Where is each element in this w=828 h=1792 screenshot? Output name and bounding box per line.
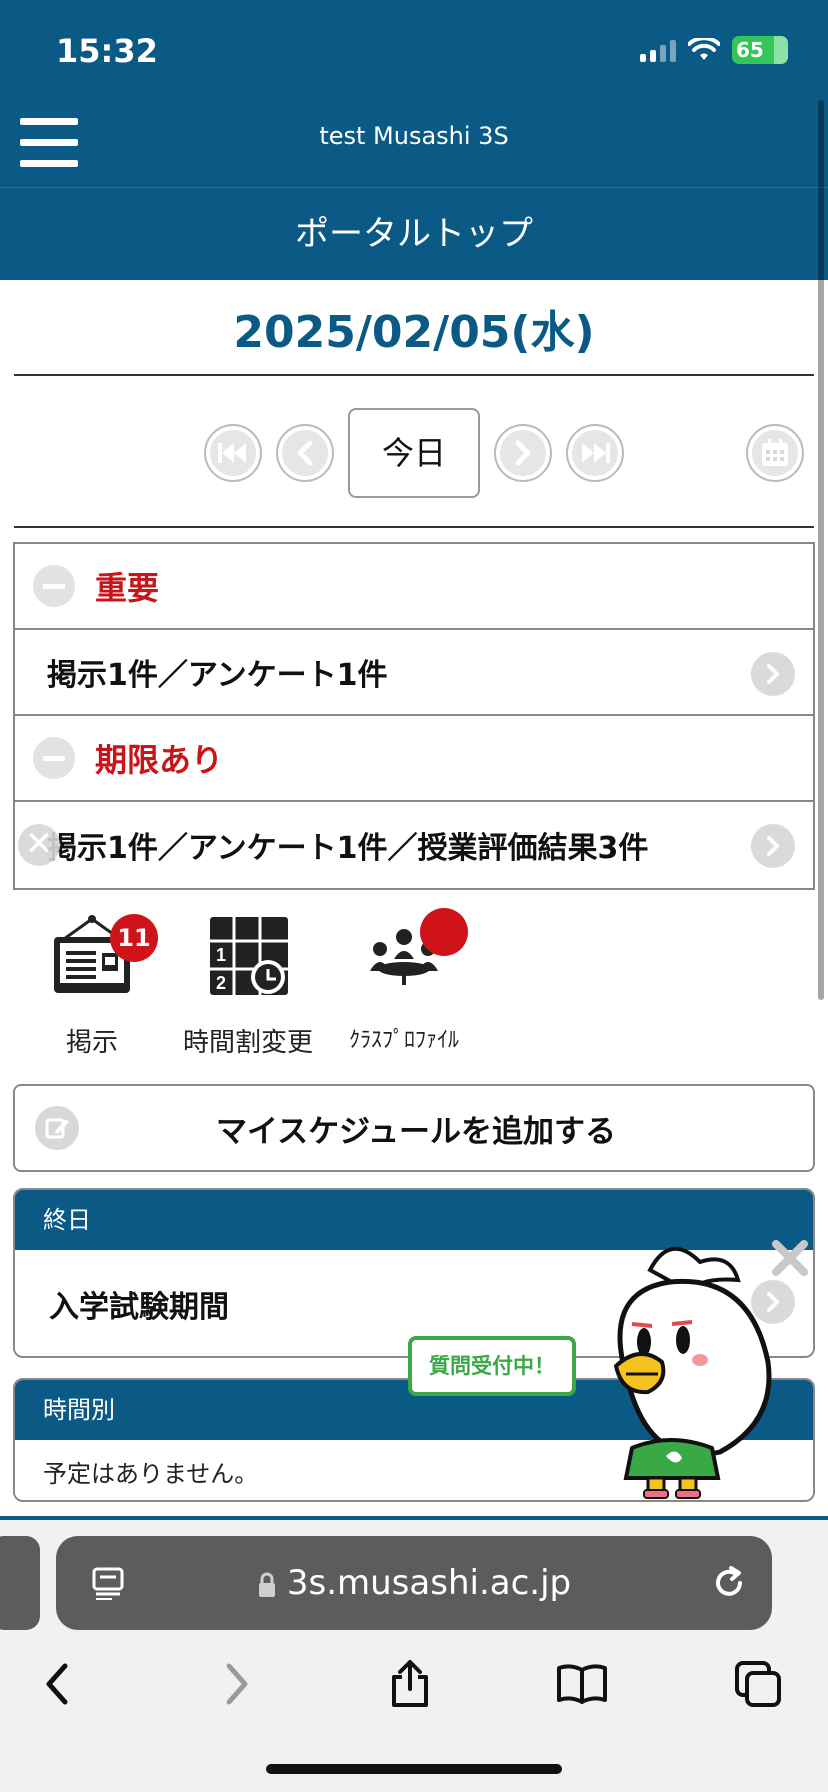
back-button[interactable] bbox=[28, 1654, 88, 1714]
add-schedule-button[interactable]: マイスケジュールを追加する bbox=[13, 1084, 815, 1172]
deadline-item-text: 掲示1件／アンケート1件／授業評価結果3件 bbox=[47, 831, 649, 866]
browser-toolbar: 3s.musashi.ac.jp bbox=[0, 1520, 828, 1792]
skip-forward-icon bbox=[582, 443, 610, 463]
skip-back-icon bbox=[218, 443, 246, 463]
chevron-right-icon bbox=[226, 1663, 248, 1705]
deadline-heading: 期限あり bbox=[95, 741, 224, 779]
important-header[interactable]: 重要 bbox=[15, 544, 813, 630]
add-schedule-label: マイスケジュールを追加する bbox=[216, 1113, 616, 1150]
app-title: test Musashi 3S bbox=[319, 122, 509, 150]
divider bbox=[14, 526, 814, 528]
status-indicators: 65 bbox=[640, 36, 788, 64]
url-text: 3s.musashi.ac.jp bbox=[56, 1536, 772, 1630]
tabs-icon bbox=[735, 1661, 781, 1707]
chevron-left-icon bbox=[297, 440, 313, 466]
divider bbox=[14, 374, 814, 376]
previous-button[interactable] bbox=[276, 424, 334, 482]
chevron-right-icon bbox=[751, 824, 795, 868]
allday-item-text: 入学試験期間 bbox=[49, 1290, 229, 1325]
svg-text:1: 1 bbox=[216, 945, 226, 965]
tabs-button[interactable] bbox=[728, 1654, 788, 1714]
first-page-button[interactable] bbox=[204, 424, 262, 482]
wifi-icon bbox=[688, 38, 720, 62]
status-time: 15:32 bbox=[56, 32, 158, 70]
edit-icon bbox=[35, 1106, 79, 1150]
book-icon bbox=[557, 1664, 607, 1704]
important-item-text: 掲示1件／アンケート1件 bbox=[47, 658, 388, 693]
last-page-button[interactable] bbox=[566, 424, 624, 482]
important-item[interactable]: 掲示1件／アンケート1件 bbox=[15, 630, 813, 716]
quick-link-label: 時間割変更 bbox=[182, 1028, 313, 1058]
dismiss-icon[interactable]: ✕ bbox=[18, 824, 60, 866]
bookmarks-button[interactable] bbox=[552, 1654, 612, 1714]
bulletin-link[interactable]: 11 掲示 bbox=[12, 910, 172, 1059]
home-indicator bbox=[266, 1764, 562, 1774]
quick-link-label: ｸﾗｽﾌﾟﾛﾌｧｲﾙ bbox=[348, 1028, 459, 1053]
svg-text:2: 2 bbox=[216, 973, 226, 993]
deadline-item[interactable]: 掲示1件／アンケート1件／授業評価結果3件 bbox=[15, 802, 813, 888]
lock-icon bbox=[258, 1572, 275, 1597]
previous-tab-preview[interactable] bbox=[0, 1536, 40, 1630]
share-icon bbox=[392, 1660, 428, 1707]
important-heading: 重要 bbox=[95, 569, 160, 607]
url-label: 3s.musashi.ac.jp bbox=[286, 1563, 572, 1603]
chevron-right-icon bbox=[515, 440, 531, 466]
class-profile-link[interactable]: ｸﾗｽﾌﾟﾛﾌｧｲﾙ bbox=[324, 908, 484, 1054]
page-title: ポータルトップ bbox=[295, 214, 533, 254]
notices-panel: 重要 掲示1件／アンケート1件 期限あり 掲示1件／アンケート1件／授業評価結果… bbox=[13, 542, 815, 890]
next-button[interactable] bbox=[494, 424, 552, 482]
address-bar[interactable]: 3s.musashi.ac.jp bbox=[56, 1536, 772, 1630]
battery-icon: 65 bbox=[732, 36, 788, 64]
empty-schedule-text: 予定はありません。 bbox=[43, 1460, 259, 1488]
calendar-button[interactable] bbox=[746, 424, 804, 482]
mascot-speech-bubble[interactable]: 質問受付中！ bbox=[408, 1336, 576, 1396]
status-bar: 15:32 65 bbox=[0, 0, 828, 100]
chevron-left-icon bbox=[46, 1663, 68, 1705]
collapse-icon bbox=[33, 565, 75, 607]
calendar-icon bbox=[762, 439, 788, 466]
notification-badge: 11 bbox=[110, 914, 158, 962]
close-icon[interactable] bbox=[768, 1236, 812, 1280]
bulletin-board-icon: 11 bbox=[12, 910, 172, 1000]
notification-badge bbox=[420, 908, 468, 956]
chevron-right-icon bbox=[751, 652, 795, 696]
reload-icon[interactable] bbox=[710, 1564, 748, 1606]
today-button[interactable]: 今日 bbox=[348, 408, 480, 498]
quick-link-label: 掲示 bbox=[65, 1028, 118, 1058]
forward-button[interactable] bbox=[206, 1654, 266, 1714]
timetable-change-link[interactable]: 1 2 時間割変更 bbox=[168, 910, 328, 1059]
current-date: 2025/02/05(水) bbox=[233, 307, 595, 358]
class-profile-icon bbox=[324, 908, 484, 1000]
share-button[interactable] bbox=[380, 1654, 440, 1714]
scrollbar[interactable] bbox=[818, 100, 824, 1000]
deadline-header[interactable]: 期限あり bbox=[15, 716, 813, 802]
battery-level: 65 bbox=[736, 38, 764, 62]
timetable-change-icon: 1 2 bbox=[168, 910, 328, 1000]
cellular-signal-icon bbox=[640, 38, 676, 62]
app-bar: test Musashi 3S bbox=[0, 100, 828, 188]
collapse-icon bbox=[33, 737, 75, 779]
